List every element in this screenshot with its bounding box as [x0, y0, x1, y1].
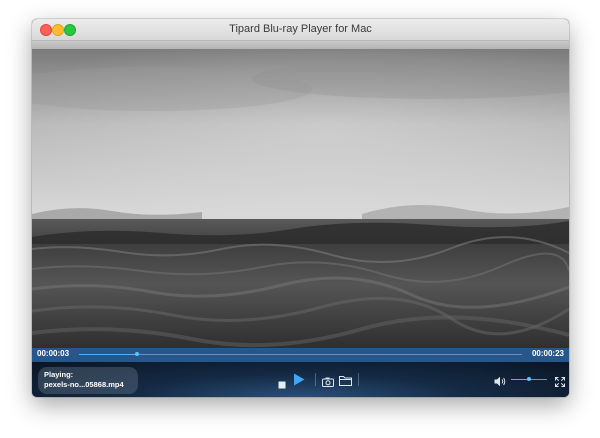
snapshot-button[interactable] — [322, 374, 334, 387]
total-time: 00:00:23 — [531, 349, 564, 358]
open-file-button[interactable] — [339, 373, 352, 386]
camera-icon — [322, 377, 334, 387]
seek-handle[interactable] — [134, 352, 139, 356]
volume-handle[interactable] — [527, 377, 531, 381]
now-playing-label: Playing: — [44, 370, 74, 379]
video-display[interactable] — [32, 49, 569, 349]
seek-bar: 00:00:03 00:00:23 — [32, 348, 569, 362]
now-playing-panel: Playing: pexels-no...05868.mp4 — [38, 367, 138, 394]
volume-button[interactable] — [494, 374, 506, 387]
video-frame — [32, 49, 569, 349]
control-separator — [358, 373, 359, 386]
seek-progress — [79, 354, 137, 355]
play-icon — [294, 373, 305, 386]
folder-icon — [339, 376, 352, 386]
control-separator — [315, 373, 316, 386]
player-window: Tipard Blu-ray Player for Mac 00:00:03 0… — [32, 19, 569, 397]
fullscreen-button[interactable] — [555, 374, 565, 387]
toolbar-strip — [32, 41, 569, 49]
play-button[interactable] — [293, 373, 305, 386]
window-title: Tipard Blu-ray Player for Mac — [229, 23, 372, 35]
volume-slider[interactable] — [511, 377, 547, 381]
now-playing-file: pexels-no...05868.mp4 — [44, 380, 124, 389]
speaker-icon — [494, 376, 506, 387]
seek-track[interactable] — [79, 352, 522, 356]
stop-button[interactable] — [278, 376, 286, 389]
fullscreen-icon — [555, 377, 565, 387]
title-bar: Tipard Blu-ray Player for Mac — [32, 19, 569, 41]
current-time: 00:00:03 — [37, 349, 70, 358]
control-bar: Playing: pexels-no...05868.mp4 — [32, 362, 569, 397]
stop-icon — [278, 381, 286, 389]
